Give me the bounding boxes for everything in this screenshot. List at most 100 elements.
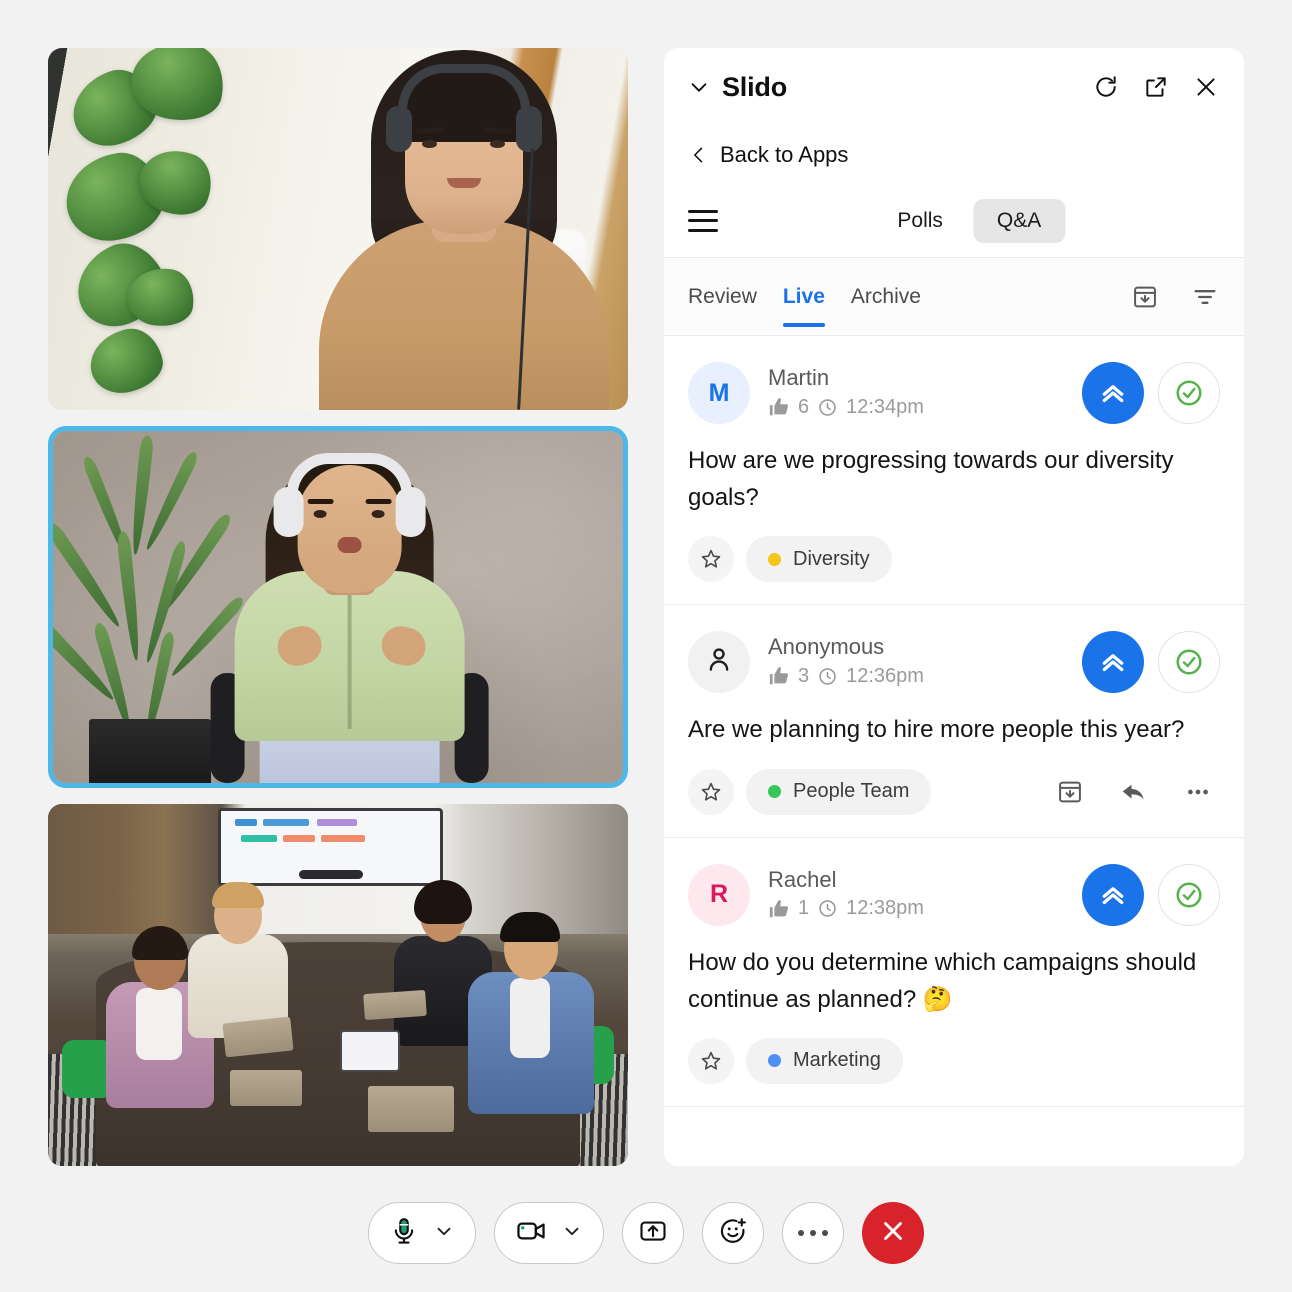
camera-icon: [515, 1215, 547, 1252]
thumbs-up-icon: [768, 396, 790, 418]
question-text: How do you determine which campaigns sho…: [688, 948, 1197, 1013]
camera-button[interactable]: [494, 1202, 604, 1264]
star-outline-icon[interactable]: [688, 1037, 734, 1084]
more-options-button[interactable]: [782, 1202, 844, 1264]
question-actions: [1082, 863, 1220, 926]
chevron-down-icon[interactable]: [561, 1220, 583, 1247]
participant-1-figure: [314, 50, 614, 410]
tag-color-dot: [768, 552, 781, 566]
app-toolbar: Polls Q&A: [664, 184, 1244, 258]
question-card[interactable]: Anonymous 3 12:36pm Are we planning to h…: [664, 605, 1244, 838]
question-header: R Rachel 1 12:38pm: [688, 863, 1220, 926]
qa-subtab-actions: [1130, 282, 1220, 312]
star-outline-icon[interactable]: [688, 536, 734, 583]
tab-polls[interactable]: Polls: [873, 199, 967, 243]
like-count: 6: [798, 395, 810, 418]
question-actions: [1082, 631, 1220, 694]
microphone-button[interactable]: [368, 1202, 476, 1264]
tab-archive[interactable]: Archive: [851, 258, 921, 335]
qa-subtab-list: Review Live Archive: [688, 258, 921, 335]
archive-icon[interactable]: [1130, 282, 1160, 312]
meeting-window: Slido Back to Apps Polls Q&A Review Live…: [0, 0, 1292, 1292]
question-tag[interactable]: Diversity: [746, 536, 892, 583]
mark-answered-button[interactable]: [1158, 362, 1220, 424]
upvote-button[interactable]: [1082, 631, 1144, 694]
question-stats: 6 12:34pm: [768, 396, 1074, 419]
chevron-down-icon[interactable]: [686, 74, 712, 100]
reply-icon[interactable]: [1118, 776, 1150, 808]
chevron-left-icon: [688, 144, 710, 166]
participant-tile-3[interactable]: [48, 804, 628, 1166]
tab-qa[interactable]: Q&A: [972, 198, 1066, 243]
clock-icon: [817, 898, 838, 919]
tablet: [340, 1030, 400, 1072]
refresh-icon[interactable]: [1092, 73, 1120, 101]
tile-1-scene: [48, 48, 628, 410]
question-card[interactable]: M Martin 6 12:34pm How are we progressin…: [664, 336, 1244, 606]
tag-color-dot: [768, 785, 781, 799]
question-header: Anonymous 3 12:36pm: [688, 631, 1220, 694]
whiteboard-display: [218, 808, 443, 886]
tag-label: Diversity: [793, 547, 870, 570]
back-to-apps-button[interactable]: Back to Apps: [664, 126, 1244, 184]
laptop: [368, 1086, 454, 1132]
question-card[interactable]: R Rachel 1 12:38pm How do you determine …: [664, 838, 1244, 1107]
avatar: R: [688, 863, 750, 926]
laptop: [222, 1016, 294, 1058]
question-stats: 1 12:38pm: [768, 897, 1074, 920]
attendee-4: [468, 912, 594, 1114]
person-icon: [704, 644, 734, 681]
question-meta: Martin 6 12:34pm: [768, 362, 1074, 419]
hamburger-menu-icon[interactable]: [688, 209, 718, 232]
question-text: How are we progressing towards our diver…: [688, 447, 1174, 512]
share-screen-button[interactable]: [622, 1202, 684, 1264]
close-icon[interactable]: [1192, 73, 1220, 101]
qa-subtabs: Review Live Archive: [664, 258, 1244, 336]
question-author: Rachel: [768, 866, 837, 892]
question-footer: Marketing: [688, 1037, 1220, 1084]
mark-answered-button[interactable]: [1158, 863, 1220, 926]
avatar: [688, 631, 750, 694]
like-count: 1: [798, 897, 810, 920]
mode-segmented-control: Polls Q&A: [873, 198, 1066, 243]
attendee-2: [188, 882, 288, 1038]
question-time: 12:38pm: [846, 897, 924, 920]
participant-2-figure: [205, 453, 495, 783]
upvote-button[interactable]: [1082, 362, 1144, 424]
star-outline-icon[interactable]: [688, 768, 734, 815]
more-icon[interactable]: [1182, 776, 1214, 808]
upvote-button[interactable]: [1082, 863, 1144, 926]
chevron-down-icon[interactable]: [433, 1220, 455, 1247]
participant-tile-1[interactable]: [48, 48, 628, 410]
question-footer: People Team: [688, 768, 1220, 815]
panel-header-actions: [1092, 73, 1220, 101]
question-text: Are we planning to hire more people this…: [688, 716, 1185, 744]
like-count: 3: [798, 664, 810, 687]
tile-2-scene: [53, 431, 623, 783]
question-time: 12:34pm: [846, 395, 924, 418]
question-author: Anonymous: [768, 634, 885, 660]
reactions-button[interactable]: [702, 1202, 764, 1264]
participant-tile-2[interactable]: [48, 426, 628, 788]
end-call-button[interactable]: [862, 1202, 924, 1264]
filter-icon[interactable]: [1190, 282, 1220, 312]
question-tag[interactable]: Marketing: [746, 1037, 903, 1084]
mark-answered-button[interactable]: [1158, 631, 1220, 694]
question-hover-actions: [1054, 776, 1220, 808]
question-tag[interactable]: People Team: [746, 768, 932, 815]
close-icon: [878, 1216, 908, 1251]
archive-icon[interactable]: [1054, 776, 1086, 808]
popout-icon[interactable]: [1142, 73, 1170, 101]
tile-3-scene: [48, 804, 628, 1166]
tab-live[interactable]: Live: [782, 258, 825, 335]
microphone-icon: [389, 1216, 419, 1251]
question-header: M Martin 6 12:34pm: [688, 362, 1220, 424]
plant-decoration: [60, 48, 266, 410]
thumbs-up-icon: [768, 665, 790, 687]
tab-review[interactable]: Review: [688, 258, 757, 335]
more-icon: [798, 1230, 828, 1236]
video-stage: [48, 48, 628, 1166]
laptop: [363, 989, 427, 1021]
tag-label: People Team: [793, 780, 910, 803]
question-meta: Anonymous 3 12:36pm: [768, 631, 1074, 688]
